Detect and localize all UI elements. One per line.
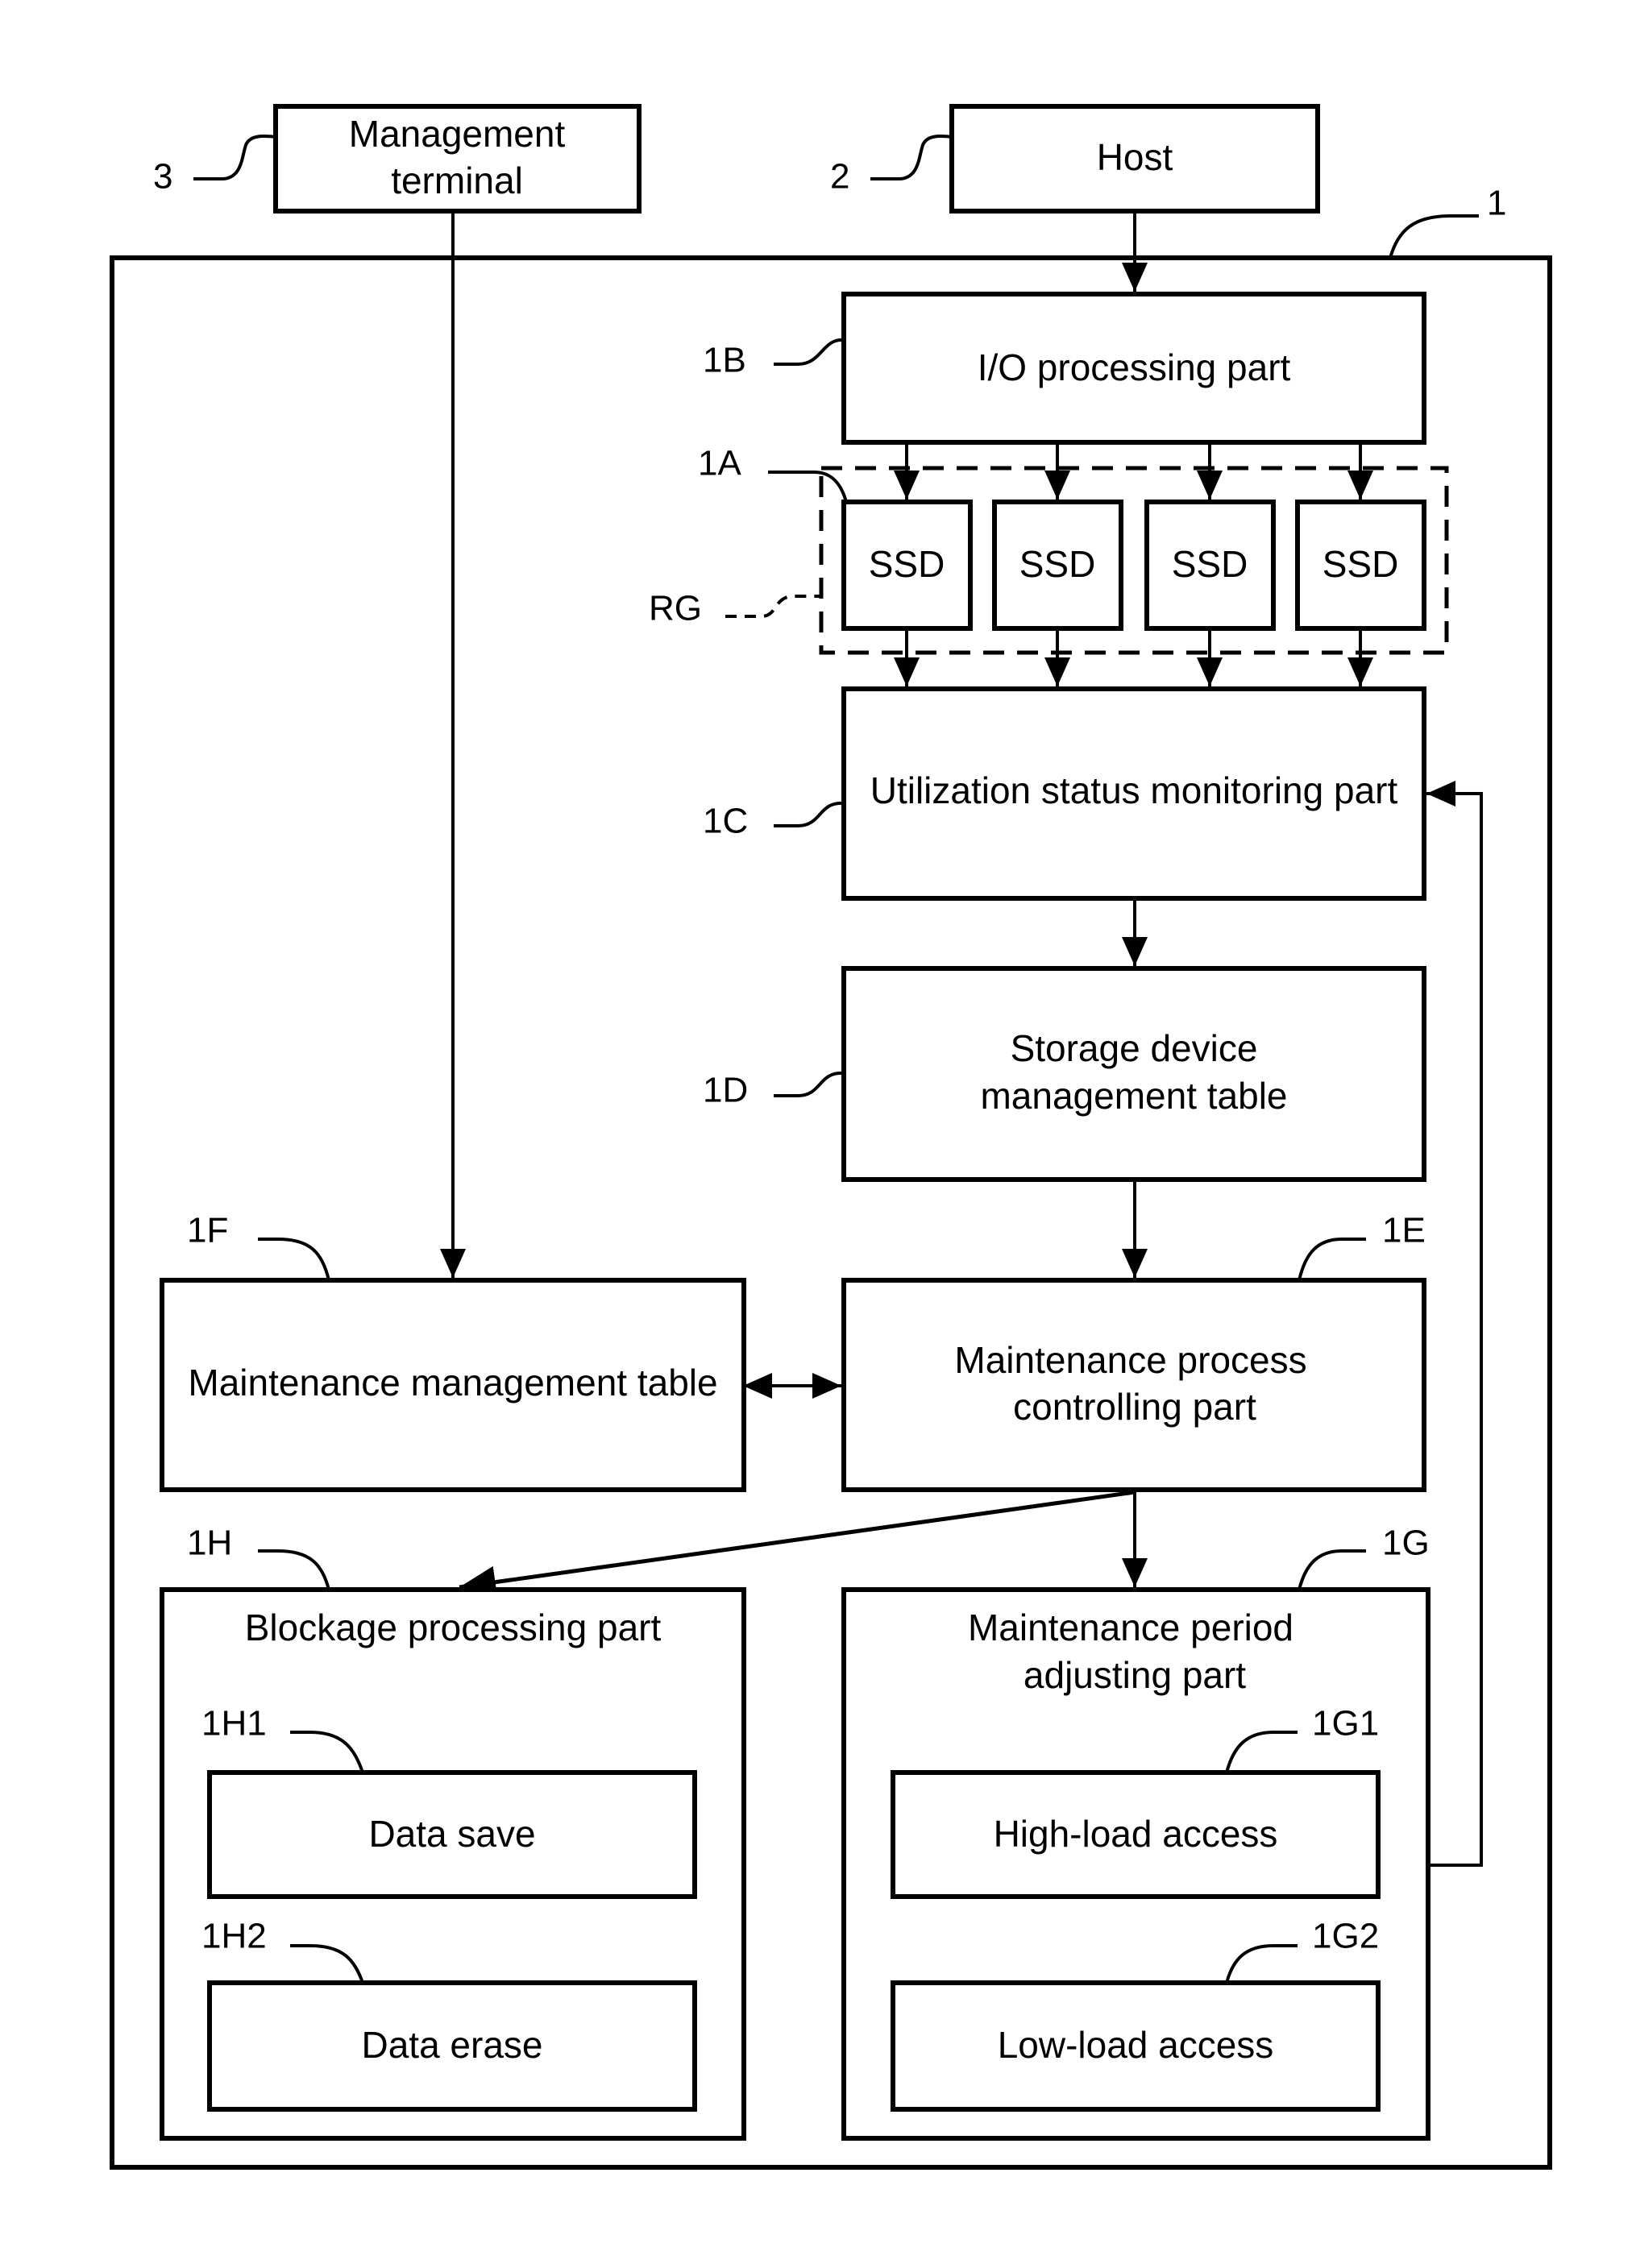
utilization-monitor-node: Utilization status monitoring part: [841, 686, 1426, 901]
host-node: Host: [949, 104, 1320, 214]
high-load-ref: 1G1: [1312, 1704, 1379, 1743]
storage-table-label-line1: Storage device: [1011, 1027, 1258, 1069]
period-ref: 1G: [1382, 1524, 1430, 1563]
blockage-label: Blockage processing part: [245, 1607, 662, 1648]
data-save-label: Data save: [368, 1813, 535, 1855]
management-terminal-ref: 3: [153, 157, 172, 197]
maint-table-ref: 1F: [187, 1211, 228, 1250]
controller-label-line2: controlling part: [1013, 1386, 1256, 1428]
management-terminal-ref-leader: [193, 135, 276, 180]
period-label-line2: adjusting part: [1024, 1654, 1246, 1696]
raid-group-ref: RG: [649, 589, 702, 628]
maintenance-controller-node: Maintenance process controlling part: [841, 1278, 1426, 1492]
blockage-ref: 1H: [187, 1524, 232, 1563]
host-ref: 2: [830, 157, 849, 197]
ssd-label: SSD: [869, 543, 945, 585]
system-ref: 1: [1487, 184, 1506, 223]
host-label: Host: [1097, 136, 1173, 178]
ssd-label: SSD: [1323, 543, 1399, 585]
management-terminal-node: Management terminal: [273, 104, 642, 214]
ssd-label: SSD: [1019, 543, 1096, 585]
storage-device-table-node: Storage device management table: [841, 966, 1426, 1182]
data-erase-node: Data erase: [207, 1980, 697, 2112]
period-label-line1: Maintenance period: [968, 1607, 1293, 1648]
data-erase-label: Data erase: [361, 2024, 542, 2066]
host-ref-leader: [870, 135, 953, 180]
monitor-ref: 1C: [703, 802, 748, 841]
data-save-ref: 1H1: [201, 1704, 267, 1743]
maintenance-table-label: Maintenance management table: [188, 1362, 717, 1404]
data-save-node: Data save: [207, 1770, 697, 1899]
low-load-node: Low-load access: [891, 1980, 1381, 2112]
low-load-ref: 1G2: [1312, 1917, 1379, 1956]
management-terminal-label-line2: terminal: [391, 160, 523, 201]
low-load-label: Low-load access: [998, 2024, 1274, 2066]
ssd-node-3: SSD: [1144, 500, 1276, 631]
maintenance-table-node: Maintenance management table: [160, 1278, 746, 1492]
storage-table-label-line2: management table: [980, 1075, 1287, 1117]
io-processing-node: I/O processing part: [841, 292, 1426, 445]
ssd-node-2: SSD: [992, 500, 1123, 631]
storage-table-ref: 1D: [703, 1071, 748, 1110]
io-ref: 1B: [703, 341, 746, 380]
ssd-node-4: SSD: [1295, 500, 1426, 631]
controller-ref: 1E: [1382, 1211, 1426, 1250]
io-processing-label: I/O processing part: [978, 346, 1291, 388]
system-ref-leader: [1389, 214, 1479, 259]
block-diagram: 1 Management terminal 3 Host 2 I/O proce…: [110, 104, 1552, 2170]
data-erase-ref: 1H2: [201, 1917, 267, 1956]
ssd-label: SSD: [1172, 543, 1248, 585]
ssd-ref: 1A: [698, 444, 741, 483]
utilization-monitor-label: Utilization status monitoring part: [870, 769, 1398, 811]
ssd-node-1: SSD: [841, 500, 973, 631]
high-load-label: High-load access: [994, 1813, 1278, 1855]
management-terminal-label-line1: Management: [349, 113, 566, 155]
controller-label-line1: Maintenance process: [954, 1339, 1306, 1381]
high-load-node: High-load access: [891, 1770, 1381, 1899]
